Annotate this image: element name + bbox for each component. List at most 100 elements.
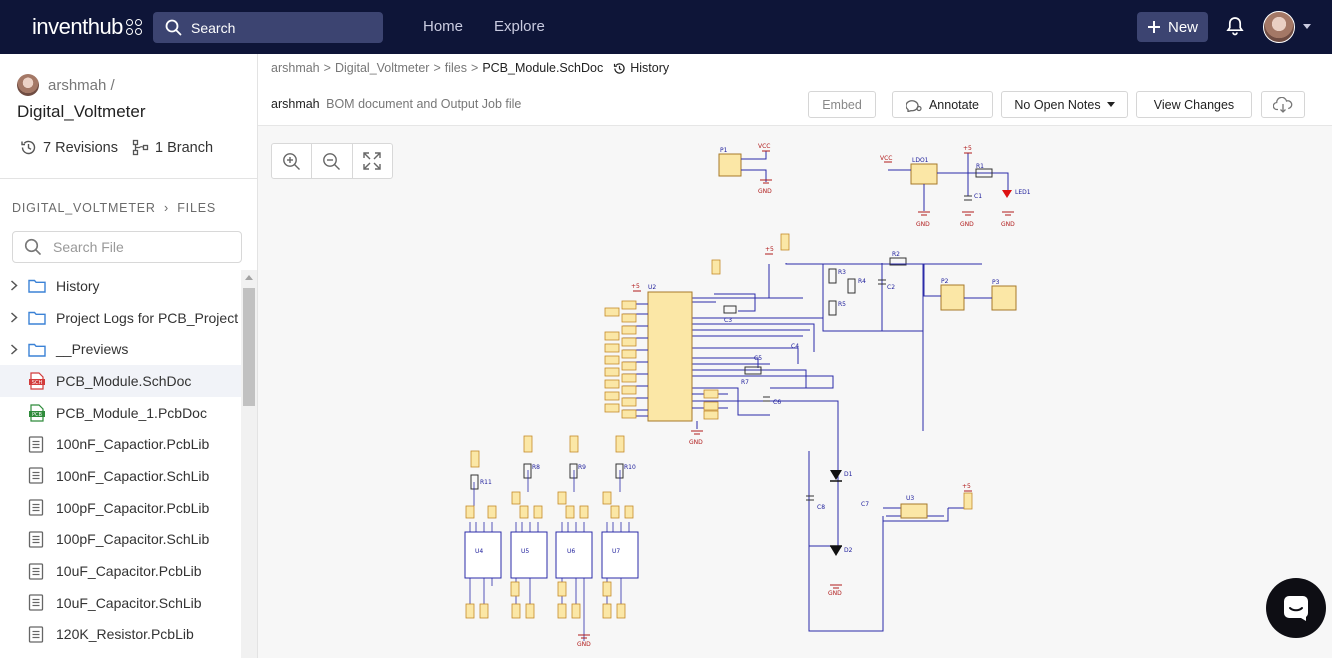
project-title[interactable]: Digital_Voltmeter [17,102,146,122]
bell-icon[interactable] [1226,16,1244,36]
document-icon [28,436,56,453]
user-avatar[interactable] [1263,11,1295,43]
svg-text:GND: GND [689,439,703,446]
document-icon [28,562,56,580]
schematic-viewer[interactable]: VCC VCC GND GND GND GND +5 +5 +5 +5 GND GND GND P… [258,125,1332,658]
svg-text:C7: C7 [861,501,869,508]
crumb-separator: › [164,201,169,215]
document-icon [28,626,56,643]
inventhub-logo[interactable]: inventhub [32,14,142,40]
svg-text:C5: C5 [754,355,762,362]
breadcrumb-project[interactable]: Digital_Voltmeter [335,61,430,75]
file-viewer-panel: arshmah > Digital_Voltmeter > files > PC… [258,54,1332,658]
search-icon [165,19,182,36]
breadcrumb-owner[interactable]: arshmah [271,61,320,75]
svg-text:PCB: PCB [32,412,43,418]
svg-text:C8: C8 [817,504,825,511]
view-changes-button[interactable]: View Changes [1136,91,1252,118]
search-label: Search [191,19,236,36]
scrollbar-thumb[interactable] [243,288,255,406]
nav-home[interactable]: Home [423,18,463,35]
crumb-files[interactable]: FILES [177,201,216,215]
svg-text:D1: D1 [844,471,853,478]
breadcrumb-separator: > [323,61,331,75]
history-link[interactable]: History [613,61,669,75]
tree-item-file[interactable]: 120K_Resistor.PcbLib [0,619,241,651]
tree-item-label: PCB_Module_1.PcbDoc [56,404,207,421]
tree-item-label: 100nF_Capactior.PcbLib [56,436,210,453]
tree-item-previews[interactable]: __Previews [0,333,241,365]
folder-icon [28,310,56,325]
breadcrumb: arshmah > Digital_Voltmeter > files > PC… [271,61,669,75]
tree-item-file[interactable]: 100nF_Capactior.PcbLib [0,428,241,460]
svg-text:SCH: SCH [32,380,43,386]
nav-explore[interactable]: Explore [494,18,545,35]
annotate-button[interactable]: Annotate [892,91,993,118]
embed-button-label: Embed [822,97,862,112]
annotate-icon [905,99,922,112]
commit-info: arshmah BOM document and Output Job file [271,97,521,111]
svg-text:C2: C2 [887,284,895,291]
tree-item-file[interactable]: 100nF_Capactior.SchLib [0,460,241,492]
tree-item-label: 100nF_Capactior.SchLib [56,467,210,484]
schematic-drawing: VCC VCC GND GND GND GND +5 +5 +5 +5 GND GND GND P… [464,143,1031,648]
tree-item-file[interactable]: 100pF_Capacitor.SchLib [0,524,241,556]
tree-item-label: 10uF_Capacitor.PcbLib [56,563,202,580]
svg-text:U2: U2 [648,284,656,291]
svg-text:GND: GND [916,221,930,228]
document-icon [28,467,56,485]
chat-widget-button[interactable] [1266,578,1326,638]
file-tree: History Project Logs for PCB_Project __P… [0,270,241,650]
file-search-input[interactable]: Search File [12,231,242,263]
tree-item-label: 100pF_Capacitor.SchLib [56,531,210,548]
file-search-placeholder: Search File [53,239,124,255]
global-search[interactable]: Search [153,12,383,43]
history-link-label: History [630,61,670,75]
svg-text:GND: GND [828,590,842,597]
chevron-right-icon[interactable] [0,280,28,291]
folder-icon [28,342,56,357]
schematic-file-icon: SCH [28,372,56,390]
tree-item-history[interactable]: History [0,270,241,302]
download-button[interactable] [1261,91,1305,118]
crumb-project[interactable]: DIGITAL_VOLTMETER [12,201,156,215]
view-changes-label: View Changes [1153,97,1235,112]
branch-link[interactable]: 1 Branch [132,139,213,156]
svg-text:R8: R8 [532,464,540,471]
svg-text:U3: U3 [906,495,914,502]
tree-item-file[interactable]: 10uF_Capacitor.PcbLib [0,555,241,587]
new-button[interactable]: New [1137,12,1208,42]
tree-item-project-logs[interactable]: Project Logs for PCB_Project [0,302,241,334]
tree-item-file[interactable]: 10uF_Capacitor.SchLib [0,587,241,619]
tree-item-pcb-module-schdoc[interactable]: SCH PCB_Module.SchDoc [0,365,241,397]
svg-text:P2: P2 [941,278,949,285]
chevron-down-icon[interactable] [1303,24,1311,29]
svg-text:GND: GND [758,188,772,195]
tree-item-pcb-module-pcbdoc[interactable]: PCB PCB_Module_1.PcbDoc [0,397,241,429]
svg-text:R3: R3 [838,269,846,276]
notes-dropdown[interactable]: No Open Notes [1001,91,1128,118]
svg-text:+5: +5 [631,283,640,290]
chat-icon [1284,596,1308,621]
scroll-up-arrow[interactable] [245,275,253,280]
embed-button[interactable]: Embed [808,91,876,118]
top-navbar: inventhub Search Home Explore New [0,0,1332,54]
tree-item-label: PCB_Module.SchDoc [56,372,192,389]
svg-text:+5: +5 [963,145,972,152]
svg-text:U6: U6 [567,548,575,555]
chevron-right-icon[interactable] [0,344,28,355]
sidebar-scrollbar[interactable] [241,270,257,658]
chevron-right-icon[interactable] [0,312,28,323]
breadcrumb-files[interactable]: files [445,61,467,75]
tree-item-file[interactable]: 100pF_Capacitor.PcbLib [0,492,241,524]
files-breadcrumb: DIGITAL_VOLTMETER › FILES [12,201,216,215]
commit-user[interactable]: arshmah [271,97,320,111]
svg-text:GND: GND [1001,221,1015,228]
project-owner[interactable]: arshmah / [17,74,115,96]
cloud-download-icon [1273,96,1293,113]
revisions-link[interactable]: 7 Revisions [20,139,118,156]
revisions-label: 7 Revisions [43,139,118,156]
divider [0,178,258,179]
svg-text:R2: R2 [892,251,900,258]
notes-dropdown-label: No Open Notes [1014,97,1101,112]
